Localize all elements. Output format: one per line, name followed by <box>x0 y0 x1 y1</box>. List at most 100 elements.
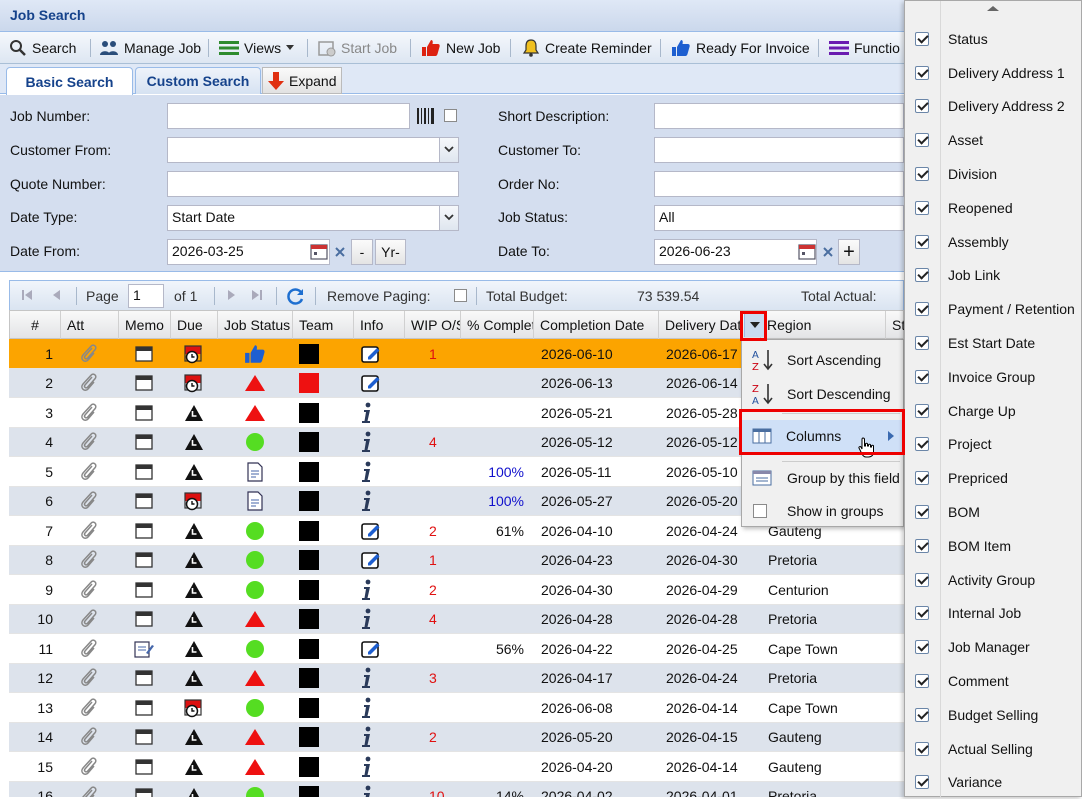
scroll-up-icon[interactable] <box>985 4 1001 12</box>
column-header-due[interactable]: Due <box>171 311 218 339</box>
info-icon[interactable] <box>361 697 373 719</box>
edit-note-icon[interactable] <box>361 373 383 393</box>
job-number-checkbox[interactable] <box>444 109 457 122</box>
column-toggle-item[interactable]: Charge Up <box>905 394 1082 428</box>
start-job-button[interactable]: Start Job <box>318 32 397 64</box>
paperclip-icon[interactable] <box>80 667 98 689</box>
customer-from-combo[interactable] <box>167 137 459 163</box>
sort-descending-item[interactable]: ZA Sort Descending <box>742 378 903 410</box>
edit-note-icon[interactable] <box>361 521 383 541</box>
column-toggle-item[interactable]: BOM <box>905 495 1082 529</box>
sort-ascending-item[interactable]: AZ Sort Ascending <box>742 344 903 376</box>
memo-calendar-icon[interactable] <box>135 522 153 540</box>
column-header-completion-date[interactable]: Completion Date <box>534 311 659 339</box>
column-checkbox[interactable] <box>915 167 929 182</box>
info-icon[interactable] <box>361 431 373 453</box>
memo-calendar-icon[interactable] <box>135 787 153 797</box>
plus-button[interactable]: + <box>838 239 860 265</box>
tab-custom-search[interactable]: Custom Search <box>135 67 261 94</box>
table-row[interactable]: 14 2 2026-05-20 2026-04-15 Gauteng <box>9 722 904 752</box>
column-checkbox[interactable] <box>915 640 929 655</box>
ready-for-invoice-button[interactable]: Ready For Invoice <box>671 32 810 64</box>
paperclip-icon[interactable] <box>80 372 98 394</box>
info-icon[interactable] <box>361 579 373 601</box>
memo-calendar-icon[interactable] <box>135 404 153 422</box>
page-number-input[interactable]: 1 <box>128 284 164 308</box>
column-checkbox[interactable] <box>915 99 929 114</box>
paperclip-icon[interactable] <box>80 549 98 571</box>
barcode-icon[interactable] <box>416 107 436 125</box>
column-header-region[interactable]: Region <box>761 311 886 339</box>
column-checkbox[interactable] <box>915 31 929 46</box>
info-icon[interactable] <box>361 726 373 748</box>
paperclip-icon[interactable] <box>80 579 98 601</box>
column-toggle-item[interactable]: Reopened <box>905 191 1082 225</box>
memo-calendar-icon[interactable] <box>135 433 153 451</box>
expand-button[interactable]: Expand <box>262 67 342 94</box>
column-header-percent-complete[interactable]: % Complet <box>461 311 534 339</box>
column-toggle-item[interactable]: Status <box>905 22 1082 56</box>
column-checkbox[interactable] <box>915 336 929 351</box>
column-toggle-item[interactable]: Project <box>905 428 1082 462</box>
column-header-st[interactable]: St <box>886 311 906 339</box>
paperclip-icon[interactable] <box>80 638 98 660</box>
column-checkbox[interactable] <box>915 775 929 790</box>
functions-button[interactable]: Functio <box>829 32 900 64</box>
info-icon[interactable] <box>361 402 373 424</box>
paperclip-icon[interactable] <box>80 490 98 512</box>
column-toggle-item[interactable]: Comment <box>905 664 1082 698</box>
year-back-button[interactable]: Yr- <box>375 239 406 265</box>
columns-item[interactable]: Columns <box>742 420 903 452</box>
calendar-picker-icon[interactable] <box>310 243 328 261</box>
short-description-input[interactable] <box>654 103 904 129</box>
first-page-icon[interactable] <box>20 288 34 302</box>
clear-icon[interactable] <box>333 245 347 259</box>
table-row[interactable]: 13 2026-06-08 2026-04-14 Cape Town <box>9 693 904 723</box>
column-toggle-item[interactable]: Asset <box>905 123 1082 157</box>
info-icon[interactable] <box>361 461 373 483</box>
column-toggle-item[interactable]: Division <box>905 157 1082 191</box>
paperclip-icon[interactable] <box>80 608 98 630</box>
column-checkbox[interactable] <box>915 234 929 249</box>
column-header-memo[interactable]: Memo <box>119 311 171 339</box>
memo-calendar-icon[interactable] <box>135 551 153 569</box>
table-row[interactable]: 8 1 2026-04-23 2026-04-30 Pretoria <box>9 545 904 575</box>
column-checkbox[interactable] <box>915 65 929 80</box>
search-button[interactable]: Search <box>9 32 76 64</box>
column-checkbox[interactable] <box>915 302 929 317</box>
column-toggle-item[interactable]: Assembly <box>905 225 1082 259</box>
edit-note-icon[interactable] <box>361 550 383 570</box>
show-in-groups-checkbox[interactable] <box>753 504 767 518</box>
column-checkbox[interactable] <box>915 437 929 452</box>
group-by-field-item[interactable]: Group by this field <box>742 462 903 494</box>
memo-calendar-icon[interactable] <box>135 581 153 599</box>
manage-job-button[interactable]: Manage Job <box>99 32 201 64</box>
views-button[interactable]: Views <box>219 32 295 64</box>
memo-calendar-icon[interactable] <box>135 728 153 746</box>
paperclip-icon[interactable] <box>80 726 98 748</box>
show-in-groups-item[interactable]: Show in groups <box>742 495 903 527</box>
column-header-info[interactable]: Info <box>354 311 405 339</box>
memo-calendar-icon[interactable] <box>135 699 153 717</box>
table-row[interactable]: 12 3 2026-04-17 2026-04-24 Pretoria <box>9 663 904 693</box>
column-header-att[interactable]: Att <box>61 311 119 339</box>
memo-calendar-icon[interactable] <box>135 374 153 392</box>
column-toggle-item[interactable]: Job Link <box>905 259 1082 293</box>
job-number-input[interactable] <box>167 103 410 129</box>
tab-basic-search[interactable]: Basic Search <box>6 67 133 95</box>
column-menu-trigger[interactable] <box>744 313 764 337</box>
date-type-select[interactable]: Start Date <box>167 205 459 231</box>
column-checkbox[interactable] <box>915 707 929 722</box>
next-page-icon[interactable] <box>224 288 238 302</box>
memo-calendar-icon[interactable] <box>135 463 153 481</box>
quote-number-input[interactable] <box>167 171 459 197</box>
paperclip-icon[interactable] <box>80 343 98 365</box>
column-toggle-item[interactable]: Payment / Retention <box>905 292 1082 326</box>
new-job-button[interactable]: New Job <box>421 32 500 64</box>
column-checkbox[interactable] <box>915 268 929 283</box>
minus-button[interactable]: - <box>351 239 373 265</box>
order-no-input[interactable] <box>654 171 904 197</box>
last-page-icon[interactable] <box>250 288 264 302</box>
column-checkbox[interactable] <box>915 403 929 418</box>
column-toggle-item[interactable]: Delivery Address 1 <box>905 56 1082 90</box>
